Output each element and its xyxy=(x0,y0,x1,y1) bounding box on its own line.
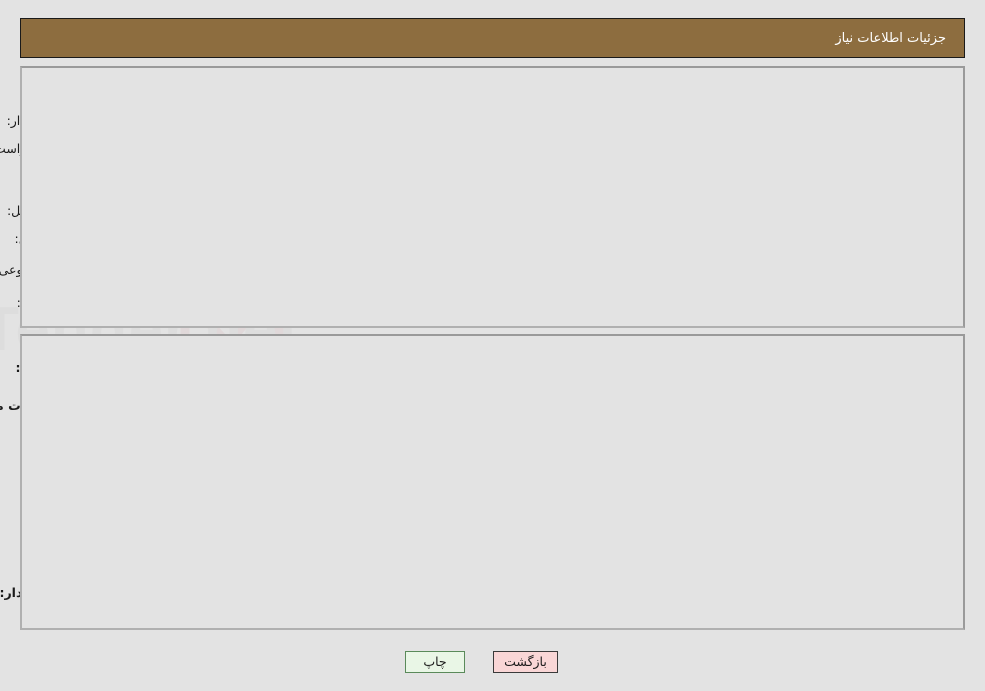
page-root: AriaTender.net جزئیات اطلاعات نیاز شماره… xyxy=(0,0,985,691)
print-button[interactable]: چاپ xyxy=(405,651,465,673)
page-title: جزئیات اطلاعات نیاز xyxy=(835,30,946,46)
need-summary-panel xyxy=(20,66,965,328)
back-button[interactable]: بازگشت xyxy=(493,651,558,673)
window-title-bar: جزئیات اطلاعات نیاز xyxy=(20,18,965,58)
need-details-panel xyxy=(20,334,965,630)
